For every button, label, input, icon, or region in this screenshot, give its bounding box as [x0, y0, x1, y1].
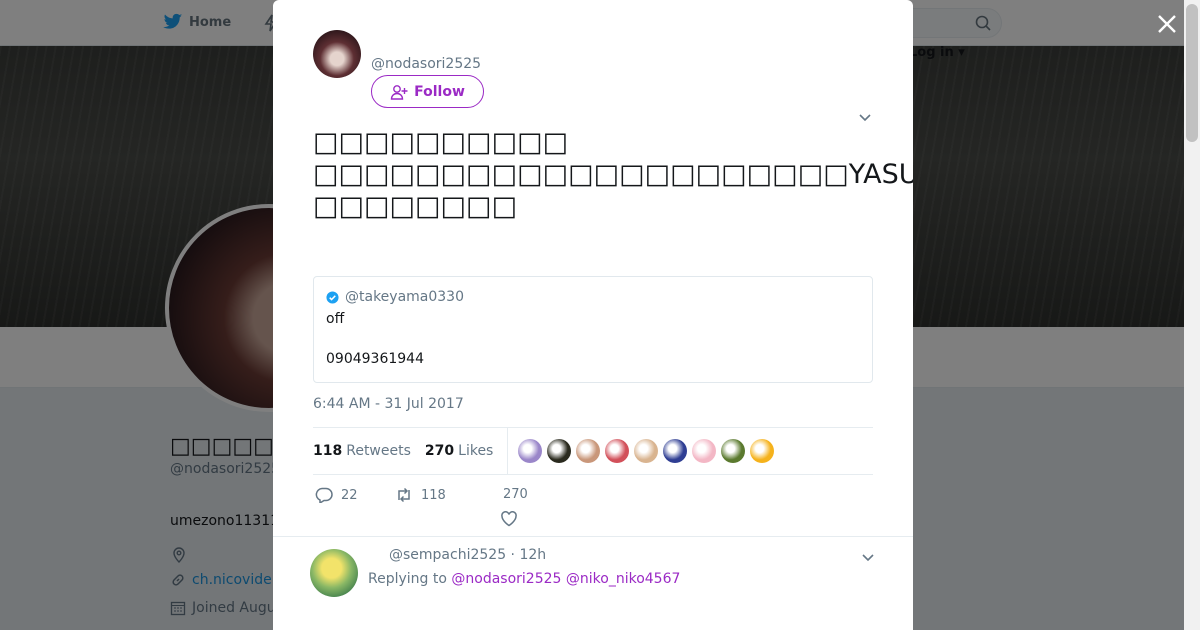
tweet-text: □□□□□□□□□□ □□□□□□□□□□□□□□□□□□□□□YASUI□□□… [313, 127, 913, 223]
reply-icon [315, 487, 333, 503]
like-count: 270 [503, 487, 528, 502]
tweet-text-line: □□□□□□□□□□ [313, 127, 569, 158]
tweet-actions: 22 118 270 [313, 487, 873, 527]
liker-avatar[interactable] [634, 439, 659, 463]
mention-link[interactable]: @nodasori2525 [451, 571, 561, 587]
author-avatar[interactable] [313, 30, 361, 78]
retweets-stat[interactable]: 118 Retweets [313, 443, 411, 459]
quoted-tweet[interactable]: @takeyama0330 off 09049361944 [313, 276, 873, 383]
reply-button[interactable]: 22 [315, 487, 358, 503]
liker-avatar[interactable] [547, 439, 572, 463]
follow-label: Follow [414, 83, 465, 100]
scrollbar-thumb[interactable] [1186, 4, 1198, 142]
mention-link[interactable]: @niko_niko4567 [566, 571, 681, 587]
reply-handle-time[interactable]: @sempachi2525 · 12h [389, 547, 546, 563]
like-button[interactable] [500, 511, 518, 527]
quoted-tweet-body: off 09049361944 [326, 311, 424, 367]
tweet-modal: @nodasori2525 Follow □□□□□□□□□□ □□□□□□□□… [273, 0, 913, 630]
page-scrollbar[interactable] [1184, 0, 1200, 630]
retweet-count: 118 [421, 487, 446, 503]
liker-avatar[interactable] [692, 439, 717, 463]
liker-avatar[interactable] [518, 439, 543, 463]
likes-stat[interactable]: 270 Likes [425, 443, 493, 459]
follow-button[interactable]: Follow [371, 75, 484, 108]
chevron-down-icon[interactable] [861, 550, 875, 564]
chevron-down-icon[interactable] [858, 110, 872, 124]
close-icon[interactable] [1155, 12, 1179, 36]
author-handle[interactable]: @nodasori2525 [371, 56, 481, 72]
replying-to: Replying to @nodasori2525 @niko_niko4567 [368, 571, 681, 587]
reply-count: 22 [341, 487, 358, 503]
tweet-stats: 118 Retweets 270 Likes [313, 427, 873, 475]
stats-divider [507, 428, 509, 474]
verified-badge-icon [326, 290, 339, 304]
retweet-icon [398, 487, 410, 503]
liker-avatar[interactable] [663, 439, 688, 463]
quoted-tweet-handle: @takeyama0330 [345, 289, 464, 305]
add-user-icon [390, 84, 408, 100]
liker-avatar[interactable] [605, 439, 630, 463]
quoted-tweet-header: @takeyama0330 [326, 289, 860, 305]
tweet-text-line: □□□□□□□□□□□□□□□□□□□□□YASUI□□□□□□□□□□ [313, 159, 913, 190]
reply-avatar[interactable] [310, 549, 358, 597]
liker-avatar[interactable] [576, 439, 601, 463]
liker-avatars [518, 439, 775, 463]
reply-tweet[interactable]: @sempachi2525 · 12h Replying to @nodasor… [273, 536, 913, 630]
retweet-button[interactable]: 118 [395, 487, 446, 503]
liker-avatar[interactable] [721, 439, 746, 463]
heart-icon [501, 511, 517, 527]
tweet-timestamp[interactable]: 6:44 AM - 31 Jul 2017 [313, 396, 464, 412]
tweet-text-line: □□□□□□□□ [313, 191, 518, 222]
liker-avatar[interactable] [750, 439, 775, 463]
